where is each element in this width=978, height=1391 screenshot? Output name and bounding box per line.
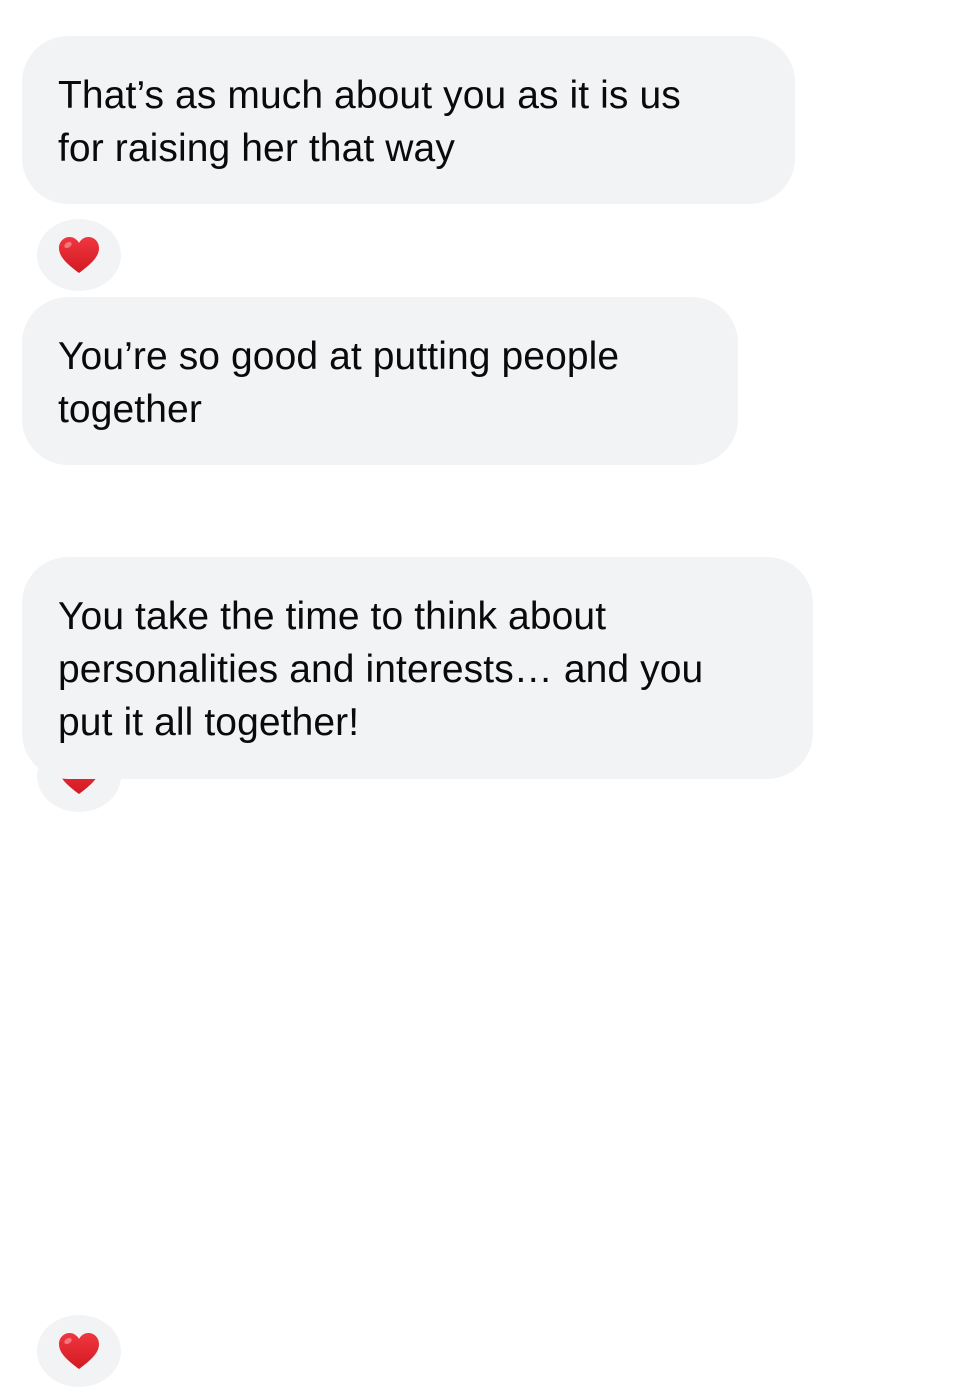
message-bubble[interactable]: That’s as much about you as it is us for…: [22, 36, 795, 204]
red-heart-icon: [59, 1333, 99, 1369]
message-bubble[interactable]: You’re so good at putting people togethe…: [22, 297, 738, 465]
message-1[interactable]: That’s as much about you as it is us for…: [22, 36, 795, 295]
reaction-badge[interactable]: [33, 215, 125, 295]
message-text: That’s as much about you as it is us for…: [58, 74, 681, 170]
message-3[interactable]: You take the time to think about persona…: [22, 557, 813, 1391]
message-bubble[interactable]: You take the time to think about persona…: [22, 557, 813, 779]
message-2[interactable]: You’re so good at putting people togethe…: [22, 297, 738, 816]
message-text: You take the time to think about persona…: [58, 595, 704, 744]
message-text: You’re so good at putting people togethe…: [58, 335, 620, 431]
reaction-badge[interactable]: [33, 1311, 125, 1391]
red-heart-icon: [59, 237, 99, 273]
